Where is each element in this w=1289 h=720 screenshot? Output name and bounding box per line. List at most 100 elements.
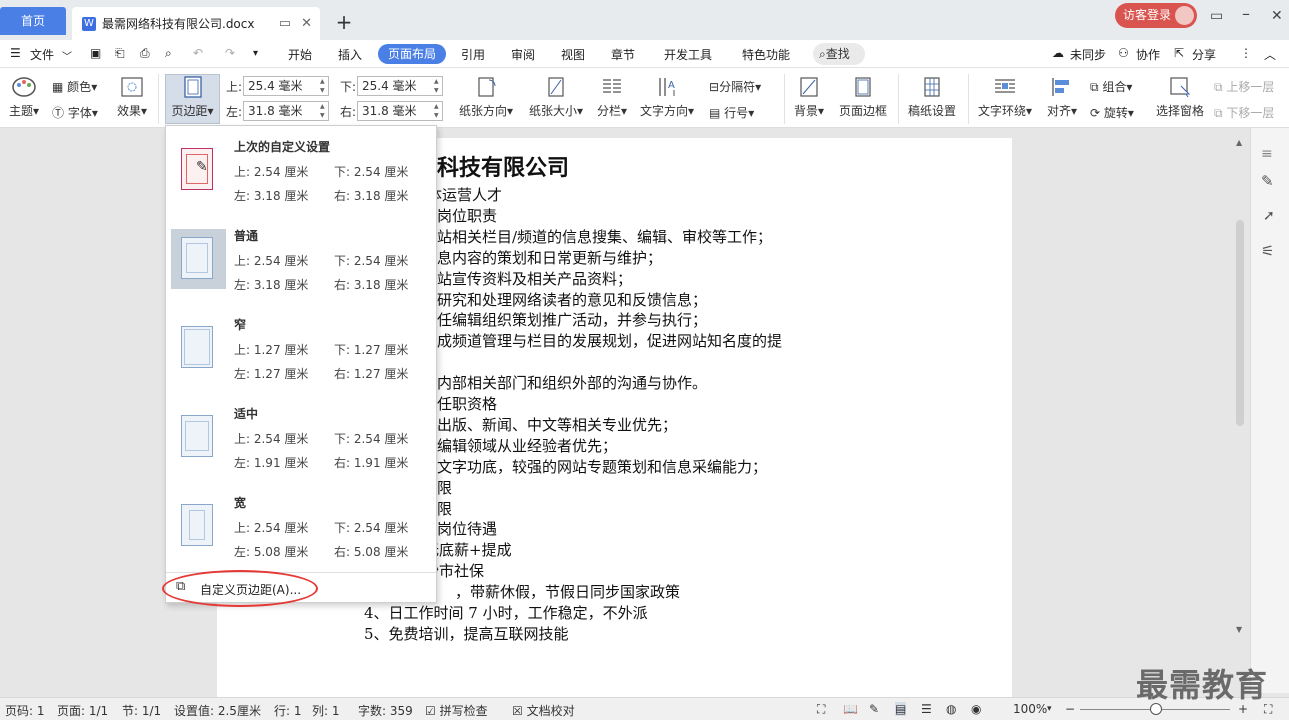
save-icon[interactable]: ▣: [90, 46, 101, 60]
paper-size-button[interactable]: 纸张大小▾: [526, 76, 586, 119]
close-window-icon[interactable]: ✕: [1271, 8, 1283, 24]
cloud-sync-icon[interactable]: ☁: [1052, 46, 1064, 60]
status-setting-value[interactable]: 设置值: 2.5厘米: [174, 702, 261, 719]
align-button[interactable]: 对齐▾: [1044, 76, 1080, 119]
web-view-icon[interactable]: ◍: [946, 702, 956, 716]
orientation-button[interactable]: 纸张方向▾: [456, 76, 516, 119]
document-tab[interactable]: W 最需网络科技有限公司.docx ▭ ✕: [72, 7, 320, 40]
menu-developer[interactable]: 开发工具: [664, 46, 712, 63]
file-menu[interactable]: 文件: [30, 46, 54, 63]
option-right: 右: 5.08 厘米: [334, 545, 409, 559]
fullscreen-icon[interactable]: ⛶: [817, 702, 825, 717]
margins-button[interactable]: 页边距▾: [166, 76, 219, 119]
zoom-out-icon[interactable]: −: [1065, 702, 1075, 716]
guest-login-button[interactable]: 访客登录: [1115, 3, 1197, 28]
share-icon[interactable]: ⇱: [1174, 46, 1184, 60]
chevron-down-icon[interactable]: ﹀: [62, 48, 72, 63]
top-margin-input[interactable]: 25.4 毫米: [243, 76, 329, 96]
spell-check-button[interactable]: ☑ 拼写检查: [425, 702, 488, 719]
collaborate-button[interactable]: 协作: [1136, 46, 1160, 63]
group-button[interactable]: ⧉ 组合▾: [1090, 78, 1132, 95]
effect-button[interactable]: 效果▾: [114, 76, 150, 119]
panel-menu-icon[interactable]: ≡: [1261, 146, 1273, 162]
selection-pane-button[interactable]: 选择窗格: [1153, 76, 1207, 119]
columns-button[interactable]: 分栏▾: [594, 76, 630, 119]
text-wrap-button[interactable]: 文字环绕▾: [974, 76, 1036, 119]
margin-option-normal[interactable]: 普通 上: 2.54 厘米 下: 2.54 厘米 左: 3.18 厘米 右: 3…: [166, 215, 436, 304]
window-icon[interactable]: ▭: [279, 16, 291, 31]
status-page-code[interactable]: 页码: 1: [5, 702, 45, 719]
edit-mode-icon[interactable]: ✎: [869, 702, 879, 716]
login-label: 访客登录: [1123, 8, 1172, 22]
search-box[interactable]: ⌕查找: [813, 43, 865, 65]
menu-section[interactable]: 章节: [611, 46, 635, 63]
collapse-ribbon-icon[interactable]: ︿: [1264, 46, 1276, 63]
option-left: 左: 5.08 厘米: [234, 545, 309, 559]
breaks-button[interactable]: ⊟分隔符▾: [709, 78, 761, 95]
line-number-button[interactable]: ▤ 行号▾: [709, 104, 754, 121]
preview-icon[interactable]: ⌕: [165, 46, 172, 61]
theme-button[interactable]: 主题▾: [6, 76, 42, 119]
svg-text:A: A: [668, 80, 675, 91]
collaborate-icon[interactable]: ⚇: [1118, 46, 1129, 60]
group-icon: ⧉: [1090, 80, 1099, 94]
scroll-down-icon[interactable]: ▼: [1236, 625, 1242, 634]
status-row[interactable]: 行: 1: [274, 702, 302, 719]
edit-pen-icon[interactable]: ✎: [1261, 172, 1274, 190]
undo-icon[interactable]: ↶: [193, 46, 203, 60]
left-margin-input[interactable]: 31.8 毫米: [243, 101, 329, 121]
background-button[interactable]: 背景▾: [791, 76, 827, 119]
eye-protect-icon[interactable]: ◉: [971, 702, 981, 716]
cursor-icon[interactable]: ➚: [1263, 208, 1275, 224]
redo-icon[interactable]: ↷: [225, 46, 235, 60]
sync-status[interactable]: 未同步: [1070, 46, 1106, 63]
margin-option-moderate[interactable]: 适中 上: 2.54 厘米 下: 2.54 厘米 左: 1.91 厘米 右: 1…: [166, 393, 436, 482]
bottom-margin-input[interactable]: 25.4 毫米: [357, 76, 443, 96]
menu-start[interactable]: 开始: [288, 46, 312, 63]
read-mode-icon[interactable]: 📖: [843, 702, 858, 716]
settings-sliders-icon[interactable]: ⚟: [1261, 242, 1274, 260]
print-icon[interactable]: ⎙: [140, 46, 150, 61]
hamburger-icon[interactable]: ☰: [10, 46, 21, 60]
margin-option-narrow[interactable]: 窄 上: 1.27 厘米 下: 1.27 厘米 左: 1.27 厘米 右: 1.…: [166, 304, 436, 393]
menu-insert[interactable]: 插入: [338, 46, 362, 63]
page-view-icon[interactable]: ▤: [895, 702, 907, 716]
close-tab-icon[interactable]: ✕: [301, 16, 312, 31]
home-tab[interactable]: 首页: [0, 7, 66, 35]
menu-review[interactable]: 审阅: [511, 46, 535, 63]
margin-option-wide[interactable]: 宽 上: 2.54 厘米 下: 2.54 厘米 左: 5.08 厘米 右: 5.…: [166, 482, 436, 571]
zoom-dropdown-icon[interactable]: ▾: [1047, 704, 1052, 714]
page-border-button[interactable]: 页面边框: [836, 76, 890, 119]
menu-features[interactable]: 特色功能: [742, 46, 790, 63]
send-backward-button[interactable]: ⧉ 下移一层: [1214, 104, 1274, 121]
bring-forward-button[interactable]: ⧉ 上移一层: [1214, 78, 1274, 95]
grid-paper-button[interactable]: 稿纸设置: [905, 76, 959, 119]
share-button[interactable]: 分享: [1192, 46, 1216, 63]
status-pages[interactable]: 页面: 1/1: [57, 702, 108, 719]
restore-icon[interactable]: ▭: [1210, 8, 1223, 24]
more-icon[interactable]: ⋮: [1240, 46, 1252, 60]
proofread-button[interactable]: ☒ 文档校对: [512, 702, 575, 719]
status-section[interactable]: 节: 1/1: [122, 702, 161, 719]
customize-toolbar-icon[interactable]: ▾: [253, 48, 258, 59]
rotate-button[interactable]: ⟳ 旋转▾: [1090, 104, 1134, 121]
right-margin-input[interactable]: 31.8 毫米: [357, 101, 443, 121]
menu-view[interactable]: 视图: [561, 46, 585, 63]
font-button[interactable]: Ⓣ 字体▾: [52, 104, 98, 121]
menu-references[interactable]: 引用: [461, 46, 485, 63]
text-direction-button[interactable]: A 文字方向▾: [638, 76, 696, 119]
top-margin-label: 上:: [226, 80, 243, 94]
export-icon[interactable]: ⎗: [115, 46, 125, 61]
zoom-level[interactable]: 100%: [1013, 702, 1047, 716]
status-column[interactable]: 列: 1: [312, 702, 340, 719]
menu-page-layout[interactable]: 页面布局: [378, 44, 446, 64]
color-button[interactable]: ▦ 颜色▾: [52, 78, 97, 95]
new-tab-button[interactable]: +: [334, 10, 354, 34]
margin-option-last-custom[interactable]: ✎ 上次的自定义设置 上: 2.54 厘米 下: 2.54 厘米 左: 3.18…: [166, 126, 436, 215]
outline-view-icon[interactable]: ☰: [921, 702, 932, 716]
minimize-icon[interactable]: –: [1242, 4, 1250, 23]
status-word-count[interactable]: 字数: 359: [358, 702, 413, 719]
scroll-up-icon[interactable]: ▲: [1236, 138, 1242, 147]
option-name: 普通: [234, 229, 259, 243]
vertical-scrollbar-thumb[interactable]: [1236, 220, 1244, 426]
